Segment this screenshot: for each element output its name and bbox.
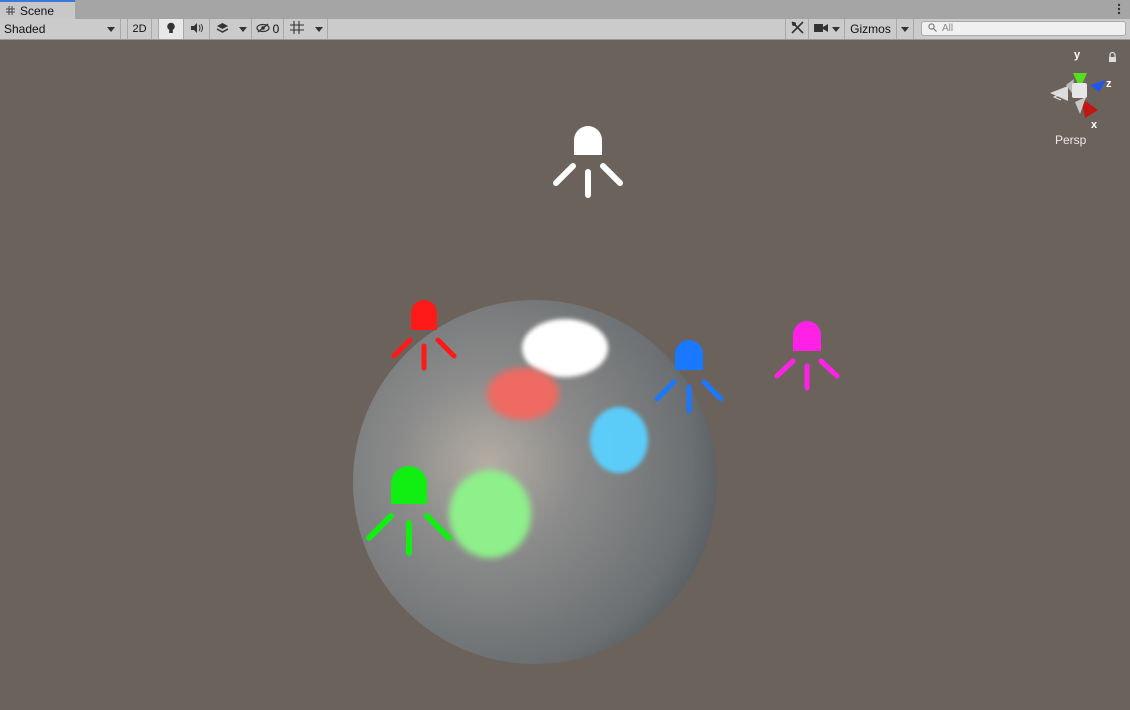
specular-white	[522, 319, 608, 377]
lock-icon[interactable]	[1109, 51, 1116, 63]
projection-toggle[interactable]: Persp	[1053, 93, 1087, 147]
point-light-magenta-icon[interactable]	[774, 321, 840, 391]
specular-green	[449, 470, 531, 558]
specular-red	[487, 368, 559, 420]
specular-blue	[590, 407, 648, 473]
gizmo-label-y[interactable]: y	[1074, 49, 1081, 61]
projection-label: Persp	[1055, 133, 1087, 147]
orientation-gizmo[interactable]: y z x	[1050, 49, 1112, 131]
gizmo-label-z[interactable]: z	[1106, 78, 1112, 90]
scene-canvas[interactable]: y z x	[0, 0, 1130, 710]
scene-viewport[interactable]: y z x Persp	[0, 40, 1130, 710]
point-light-white-icon[interactable]	[553, 126, 623, 198]
gizmo-label-x[interactable]: x	[1091, 119, 1098, 131]
